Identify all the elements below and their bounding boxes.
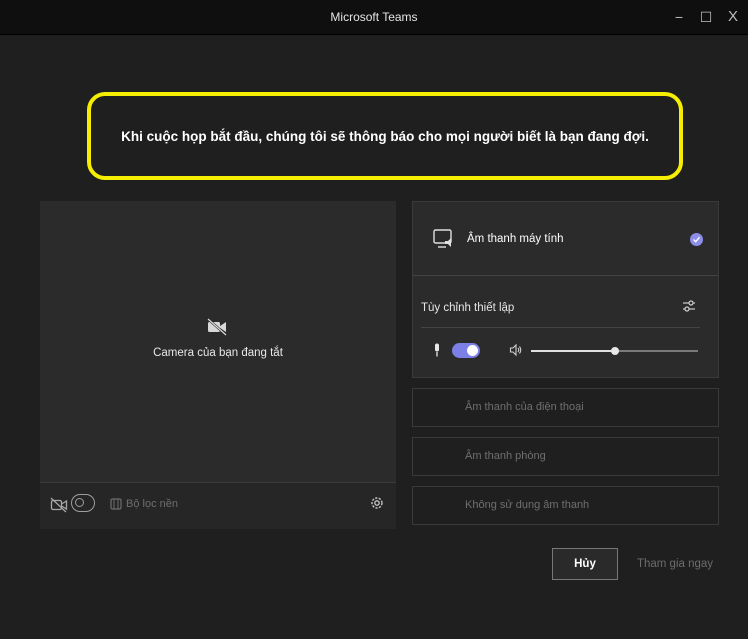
computer-audio-label: Âm thanh máy tính <box>467 233 564 245</box>
speaker-volume-thumb[interactable] <box>610 347 619 355</box>
no-audio-label: Không sử dụng âm thanh <box>465 499 590 511</box>
background-filters-button[interactable]: Bộ lọc nền <box>126 498 178 510</box>
phone-audio-option[interactable]: Âm thanh của điện thoại <box>412 388 719 427</box>
panel-divider <box>421 327 700 328</box>
microphone-toggle[interactable] <box>452 343 480 358</box>
cancel-button[interactable]: Hủy <box>552 548 618 580</box>
video-controls-bar: Bộ lọc nền <box>40 482 396 529</box>
camera-toggle[interactable] <box>71 494 95 512</box>
phone-audio-label: Âm thanh của điện thoại <box>465 401 584 413</box>
sliders-icon[interactable] <box>681 298 697 314</box>
camera-toggle-knob <box>75 498 84 507</box>
settings-gear-icon[interactable] <box>369 495 385 511</box>
waiting-message-banner: Khi cuộc họp bắt đầu, chúng tôi sẽ thông… <box>87 92 683 180</box>
room-audio-label: Âm thanh phòng <box>465 450 546 462</box>
speaker-icon <box>509 343 522 357</box>
video-off-icon <box>50 497 68 513</box>
waiting-message-text: Khi cuộc họp bắt đầu, chúng tôi sẽ thông… <box>121 128 649 144</box>
room-audio-option[interactable]: Âm thanh phòng <box>412 437 719 476</box>
microphone-icon <box>435 343 439 357</box>
camera-off-icon <box>207 318 227 336</box>
microphone-toggle-knob <box>467 345 478 356</box>
title-bar: Microsoft Teams − ☐ X <box>0 0 748 35</box>
computer-audio-icon <box>433 229 452 248</box>
minimize-button[interactable]: − <box>666 0 692 34</box>
computer-audio-option[interactable]: Âm thanh máy tính <box>413 202 718 276</box>
camera-status-text: Camera của bạn đang tắt <box>153 347 283 359</box>
custom-setup-label: Tùy chỉnh thiết lập <box>421 302 515 314</box>
checkmark-icon <box>690 233 703 246</box>
audio-settings-panel: Âm thanh máy tính Tùy chỉnh thiết lập <box>412 201 719 378</box>
join-now-button[interactable]: Tham gia ngay <box>630 548 720 580</box>
video-preview: Camera của bạn đang tắt Bộ lọc nền <box>40 201 396 529</box>
no-audio-option[interactable]: Không sử dụng âm thanh <box>412 486 719 525</box>
speaker-volume-fill <box>531 350 615 352</box>
close-button[interactable]: X <box>720 0 746 34</box>
maximize-button[interactable]: ☐ <box>693 0 719 34</box>
background-filter-icon[interactable] <box>110 498 122 510</box>
window-title: Microsoft Teams <box>330 10 418 24</box>
speaker-volume-slider[interactable] <box>531 347 698 355</box>
